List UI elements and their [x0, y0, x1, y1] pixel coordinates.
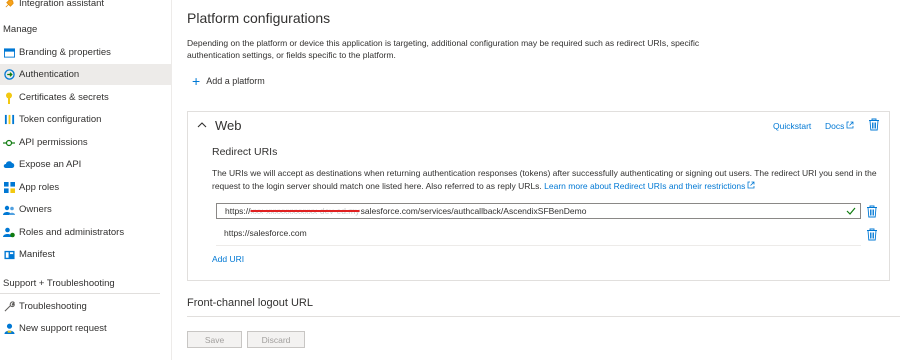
sidebar-item-label: Authentication	[19, 69, 80, 80]
docs-link[interactable]: Docs	[825, 121, 854, 131]
sidebar-item-new-support-request[interactable]: New support request	[0, 318, 172, 339]
redirect-uris-title: Redirect URIs	[212, 146, 278, 158]
checkmark-icon	[846, 206, 856, 216]
sidebar-item-label: Owners	[19, 204, 52, 215]
manage-heading: Manage	[3, 24, 38, 35]
sidebar-item-troubleshooting[interactable]: Troubleshooting	[0, 296, 172, 317]
chevron-up-icon[interactable]	[196, 119, 210, 133]
sidebar-item-label: App roles	[19, 182, 60, 193]
api-permissions-icon	[3, 137, 15, 149]
add-uri-link[interactable]: Add URI	[212, 254, 244, 264]
roles-icon	[3, 227, 15, 239]
learn-more-link[interactable]: Learn more about Redirect URIs and their…	[544, 181, 745, 191]
sidebar-item-label: Token configuration	[19, 114, 102, 125]
redirect-uri-value: https://salesforce.com	[224, 228, 307, 238]
delete-platform-trash-icon[interactable]	[868, 118, 880, 131]
sidebar-item-integration-assistant[interactable]: Integration assistant	[0, 0, 172, 14]
docs-label: Docs	[825, 121, 845, 131]
section-divider	[0, 293, 160, 294]
rocket-icon	[3, 0, 15, 10]
discard-button[interactable]: Discard	[247, 331, 305, 348]
sidebar-item-label: Roles and administrators	[19, 227, 125, 238]
add-platform-label: Add a platform	[206, 76, 265, 86]
front-channel-logout-title: Front-channel logout URL	[187, 297, 313, 309]
page-title: Platform configurations	[187, 10, 331, 26]
section-divider	[187, 316, 900, 317]
sidebar-item-label: Manifest	[19, 249, 55, 260]
redirect-uris-description: The URIs we will accept as destinations …	[212, 167, 882, 193]
uri-prefix: https://	[225, 206, 251, 216]
delete-uri-trash-icon[interactable]	[866, 205, 878, 218]
uri-suffix: salesforce.com/services/authcallback/Asc…	[360, 206, 587, 216]
sidebar-item-label: API permissions	[19, 137, 88, 148]
wrench-icon	[3, 301, 15, 313]
cloud-icon	[3, 159, 15, 171]
sidebar-item-label: Branding & properties	[19, 47, 111, 58]
redacted-text: xxx-xxxxxxxxxxxx-dev-ed.my	[250, 206, 360, 216]
sidebar-item-label: Certificates & secrets	[19, 92, 109, 103]
branding-icon	[3, 47, 15, 59]
key-icon	[3, 92, 15, 104]
page-description: Depending on the platform or device this…	[187, 38, 700, 60]
sidebar-item-authentication[interactable]: Authentication	[0, 64, 172, 85]
add-platform-button[interactable]: + Add a platform	[192, 73, 265, 89]
sidebar-item-api-permissions[interactable]: API permissions	[0, 132, 172, 153]
sidebar-item-owners[interactable]: Owners	[0, 199, 172, 220]
web-platform-card: Web Quickstart Docs Redirect URIs The UR…	[187, 111, 890, 281]
sidebar-item-branding[interactable]: Branding & properties	[0, 42, 172, 63]
owners-icon	[3, 204, 15, 216]
sidebar-item-expose-api[interactable]: Expose an API	[0, 154, 172, 175]
sidebar-item-roles-admins[interactable]: Roles and administrators	[0, 222, 172, 243]
sidebar: Integration assistant Manage Branding & …	[0, 0, 172, 360]
sidebar-item-label: Integration assistant	[19, 0, 105, 9]
sidebar-item-app-roles[interactable]: App roles	[0, 177, 172, 198]
sidebar-item-label: Expose an API	[19, 159, 82, 170]
sidebar-item-token-configuration[interactable]: Token configuration	[0, 109, 172, 130]
sidebar-item-manifest[interactable]: Manifest	[0, 244, 172, 265]
sidebar-item-label: Troubleshooting	[19, 301, 87, 312]
manifest-icon	[3, 249, 15, 261]
main-content: Platform configurations Depending on the…	[172, 0, 900, 360]
quickstart-link[interactable]: Quickstart	[773, 121, 811, 131]
sidebar-item-certificates[interactable]: Certificates & secrets	[0, 87, 172, 108]
support-heading: Support + Troubleshooting	[3, 278, 115, 289]
redirect-uri-row[interactable]: https://salesforce.com	[216, 221, 861, 246]
sidebar-item-label: New support request	[19, 323, 107, 334]
support-person-icon	[3, 323, 15, 335]
redirect-uri-input[interactable]: https://xxx-xxxxxxxxxxxx-dev-ed.my salesf…	[216, 203, 861, 219]
plus-icon: +	[192, 73, 201, 89]
app-roles-icon	[3, 182, 15, 194]
external-link-icon	[846, 121, 854, 131]
web-card-title: Web	[215, 118, 242, 133]
save-button[interactable]: Save	[187, 331, 242, 348]
external-link-icon	[747, 181, 755, 191]
token-icon	[3, 114, 15, 126]
authentication-icon	[3, 69, 15, 81]
delete-uri-trash-icon[interactable]	[866, 228, 878, 241]
